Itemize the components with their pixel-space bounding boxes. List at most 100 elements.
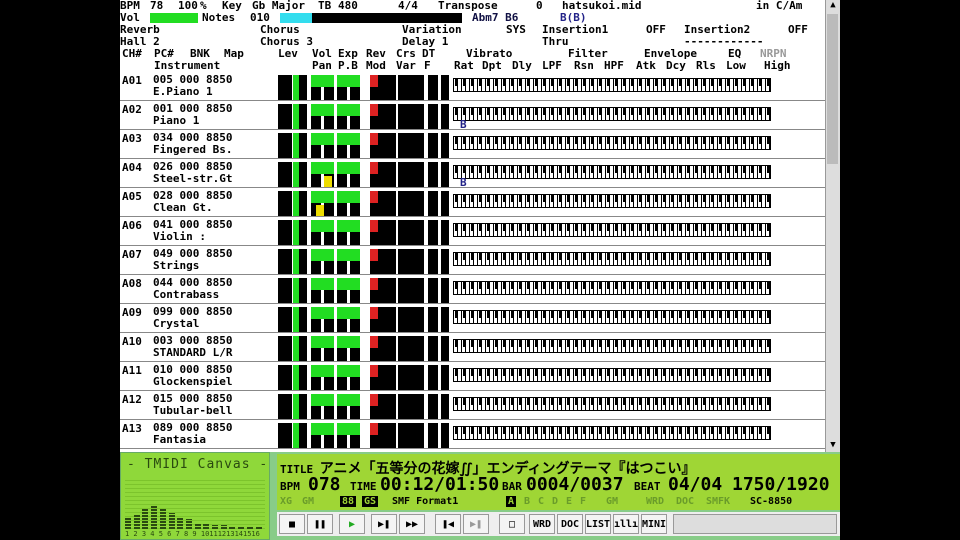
seek-slider[interactable] xyxy=(673,514,837,534)
channel-info: 003 000 8850 STANDARD L/R xyxy=(153,335,232,359)
channel-row[interactable]: A02 001 000 8850 Piano 1 B xyxy=(120,101,840,131)
device-name: SC-8850 xyxy=(750,496,793,507)
scroll-down-icon[interactable]: ▼ xyxy=(826,440,840,452)
col-mod: Mod xyxy=(366,59,386,72)
channel-row[interactable]: A10 003 000 8850 STANDARD L/R xyxy=(120,333,840,362)
pause-button[interactable]: ❚❚ xyxy=(307,514,333,534)
rev-meter xyxy=(370,162,378,174)
next-button[interactable]: ▶❚ xyxy=(463,514,489,534)
channel-row[interactable]: A08 044 000 8850 Contrabass xyxy=(120,275,840,304)
vol-meter xyxy=(311,191,334,203)
meter xyxy=(441,75,449,100)
meter xyxy=(441,365,449,390)
visualizer-button[interactable]: ıllı xyxy=(613,514,639,534)
channel-info: 005 000 8850 E.Piano 1 xyxy=(153,74,232,98)
meter xyxy=(428,133,438,158)
spectrum-bars xyxy=(125,477,265,529)
instrument-name: Violin : xyxy=(153,230,206,243)
level-meter xyxy=(293,423,299,448)
step-button[interactable]: ▶❚ xyxy=(371,514,397,534)
spectrum-bar xyxy=(229,527,236,529)
meter xyxy=(278,307,292,332)
instrument-name: E.Piano 1 xyxy=(153,85,213,98)
meter xyxy=(428,75,438,100)
instrument-name: Fantasia xyxy=(153,433,206,446)
channel-row[interactable]: A07 049 000 8850 Strings xyxy=(120,246,840,275)
meter xyxy=(278,336,292,361)
rev-meter xyxy=(370,133,378,145)
keyboard-black-keys xyxy=(453,78,771,86)
level-meter xyxy=(293,191,299,216)
meter xyxy=(441,423,449,448)
list-button[interactable]: LIST xyxy=(585,514,611,534)
vol-meter xyxy=(311,75,334,87)
spectrum-bar xyxy=(142,509,149,529)
doc-button[interactable]: DOC xyxy=(557,514,583,534)
channel-info: 089 000 8850 Fantasia xyxy=(153,422,232,446)
meter xyxy=(398,191,424,216)
instrument-name: Glockenspiel xyxy=(153,375,233,388)
vol-meter xyxy=(311,162,334,174)
col-nrpn: NRPN xyxy=(760,47,787,60)
previous-button[interactable]: ❚◀ xyxy=(435,514,461,534)
channel-info: 010 000 8850 Glockenspiel xyxy=(153,364,232,388)
channel-row[interactable]: A11 010 000 8850 Glockenspiel xyxy=(120,362,840,391)
col-dly: Dly xyxy=(512,59,532,72)
beat-value: 04/04 xyxy=(668,474,723,495)
scroll-up-icon[interactable]: ▲ xyxy=(826,0,840,12)
col-crs: Crs xyxy=(396,47,416,60)
exp-meter xyxy=(337,365,360,377)
col-pb: P.B xyxy=(338,59,358,72)
tmidi-canvas: - TMIDI Canvas - 1 2 3 4 5 6 7 8 9 10111… xyxy=(120,452,270,540)
spectrum-bar xyxy=(255,527,262,529)
channel-row[interactable]: A13 089 000 8850 Fantasia xyxy=(120,420,840,449)
meter xyxy=(441,336,449,361)
transport-controls: ■ ❚❚ ▶ ▶❚ ▶▶ ❚◀ ▶❚ □ WRD DOC LIST ıllı M… xyxy=(277,512,840,536)
col-rsn: Rsn xyxy=(574,59,594,72)
keyboard-black-keys xyxy=(453,107,771,115)
channel-id: A03 xyxy=(122,132,142,145)
meter xyxy=(441,220,449,245)
bar-label: BAR xyxy=(502,480,522,493)
col-instrument: Instrument xyxy=(154,59,221,72)
exp-meter xyxy=(337,278,360,290)
channel-row[interactable]: A12 015 000 8850 Tubular-bell xyxy=(120,391,840,420)
channel-row[interactable]: A03 034 000 8850 Fingered Bs. xyxy=(120,130,840,159)
channel-row[interactable]: A06 041 000 8850 Violin : xyxy=(120,217,840,246)
time-value: 00:12/01:50 xyxy=(380,474,500,495)
channel-row[interactable]: A01 005 000 8850 E.Piano 1 xyxy=(120,72,840,101)
channel-row[interactable]: A04 026 000 8850 Steel-str.Gt B xyxy=(120,159,840,189)
channel-info: 015 000 8850 Tubular-bell xyxy=(153,393,232,417)
channel-meters xyxy=(278,104,450,129)
channel-meters xyxy=(278,133,450,158)
port-e: E xyxy=(566,496,573,507)
wrd-button[interactable]: WRD xyxy=(529,514,555,534)
level-meter xyxy=(293,307,299,332)
play-button[interactable]: ▶ xyxy=(339,514,365,534)
meter xyxy=(398,220,424,245)
meter xyxy=(278,249,292,274)
exp-meter xyxy=(337,423,360,435)
stop-button[interactable]: ■ xyxy=(279,514,305,534)
scrollbar-thumb[interactable] xyxy=(827,14,838,164)
time-signature: 4/4 xyxy=(398,0,418,12)
meter xyxy=(278,278,292,303)
keyboard-black-keys xyxy=(453,281,771,289)
channel-row[interactable]: A09 099 000 8850 Crystal xyxy=(120,304,840,333)
fast-forward-button[interactable]: ▶▶ xyxy=(399,514,425,534)
rev-meter xyxy=(370,336,378,348)
channel-info: 049 000 8850 Strings xyxy=(153,248,232,272)
channel-info: 026 000 8850 Steel-str.Gt xyxy=(153,161,232,185)
mini-button[interactable]: MINI xyxy=(641,514,667,534)
instrument-name: Tubular-bell xyxy=(153,404,233,417)
window-button[interactable]: □ xyxy=(499,514,525,534)
meter xyxy=(278,104,292,129)
meter xyxy=(398,249,424,274)
channel-row[interactable]: A05 028 000 8850 Clean Gt. xyxy=(120,188,840,217)
rev-meter xyxy=(370,220,378,232)
meter xyxy=(428,336,438,361)
level-meter xyxy=(293,249,299,274)
channel-meters xyxy=(278,307,450,332)
ind-doc: DOC xyxy=(676,496,695,507)
rev-meter xyxy=(370,249,378,261)
